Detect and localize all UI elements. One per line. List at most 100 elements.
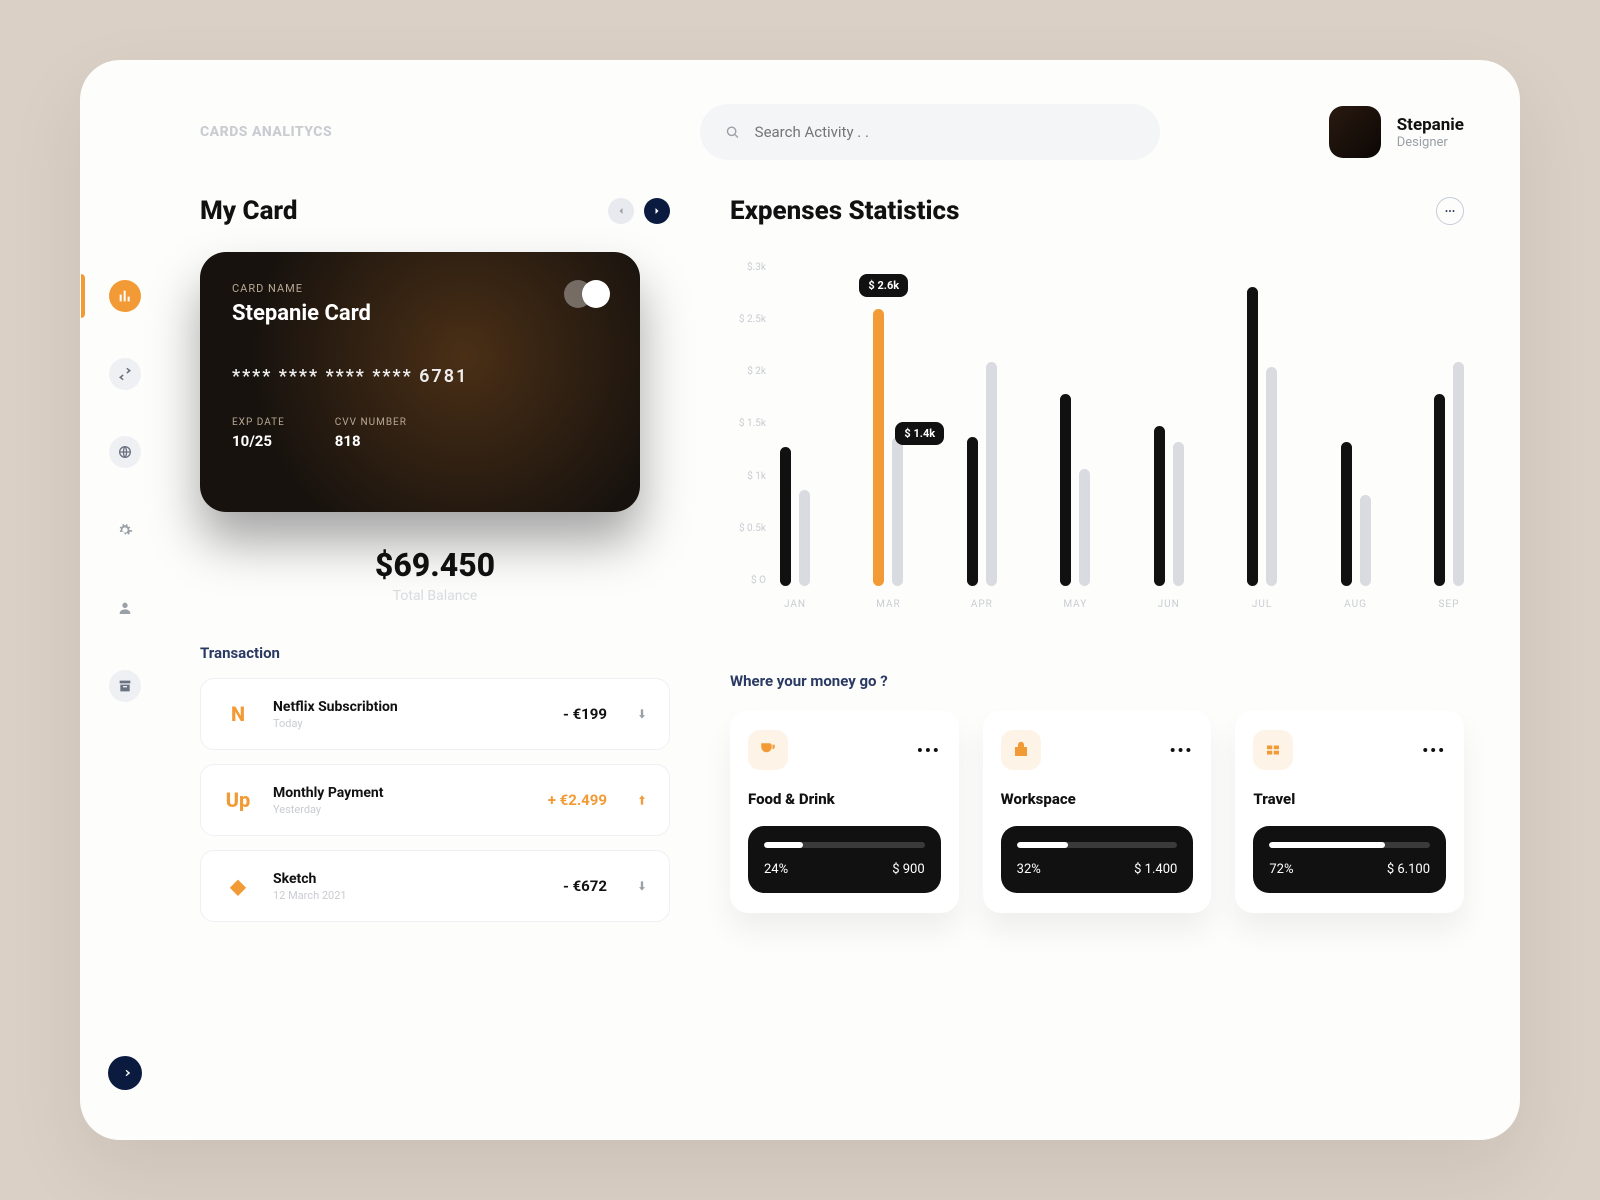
chart-group[interactable]: $ 2.6k $ 1.4k MAR (873, 266, 903, 586)
globe-icon (117, 444, 133, 460)
transaction-row[interactable]: N Netflix Subscribtion Today - €199 (200, 678, 670, 750)
brand-label: CARDS ANALITYCS (200, 124, 670, 140)
category-card[interactable]: ••• Travel 72% $ 6.100 (1235, 710, 1464, 913)
card-prev-button[interactable] (608, 198, 634, 224)
transaction-list: N Netflix Subscribtion Today - €199 Up M… (200, 678, 670, 936)
credit-card[interactable]: CARD NAME Stepanie Card **** **** **** *… (200, 252, 640, 512)
card-name: Stepanie Card (232, 301, 608, 326)
category-progress (764, 842, 925, 848)
category-cards: ••• Food & Drink 24% $ 900 ••• Workspace… (730, 710, 1464, 913)
card-next-button[interactable] (644, 198, 670, 224)
exp-value: 10/25 (232, 432, 285, 450)
category-progress (1017, 842, 1178, 848)
transaction-sub: Yesterday (273, 803, 383, 816)
chart-xtick: JAN (784, 599, 806, 610)
chart-ytick: $ O (751, 575, 766, 586)
transaction-title: Netflix Subscribtion (273, 699, 398, 715)
chart-bars: JAN $ 2.6k $ 1.4k MAR APR MAY (780, 252, 1464, 622)
chart-bar (1079, 469, 1090, 586)
chart-bar (1060, 394, 1071, 586)
category-name: Travel (1253, 790, 1446, 808)
sidebar-item-profile[interactable] (109, 592, 141, 624)
search-input[interactable] (755, 123, 1136, 141)
transaction-row[interactable]: ◆ Sketch 12 March 2021 - €672 (200, 850, 670, 922)
category-card[interactable]: ••• Food & Drink 24% $ 900 (730, 710, 959, 913)
cvv-label: CVV NUMBER (335, 417, 407, 428)
category-amount: $ 1.400 (1134, 862, 1177, 877)
chart-tooltip: $ 2.6k (859, 274, 908, 297)
sidebar-back-button[interactable] (108, 1056, 142, 1090)
exp-label: EXP DATE (232, 417, 285, 428)
chart-xtick: APR (971, 599, 993, 610)
chart-group[interactable]: AUG (1341, 266, 1371, 586)
sidebar-item-settings[interactable] (109, 514, 141, 546)
bars-icon (117, 288, 133, 304)
merchant-icon: N (221, 697, 255, 731)
chart-yaxis: $.3k$ 2.5k$ 2k$ 1.5k$ 1k$ 0.5k$ O (730, 252, 766, 622)
chart-ytick: $ 0.5k (739, 523, 766, 534)
category-card[interactable]: ••• Workspace 32% $ 1.400 (983, 710, 1212, 913)
chart-group[interactable]: JAN (780, 266, 810, 586)
chart-tooltip: $ 1.4k (895, 422, 944, 445)
chart-xtick: AUG (1344, 599, 1367, 610)
category-percent: 72% (1269, 862, 1293, 877)
category-progress (1269, 842, 1430, 848)
transaction-title: Sketch (273, 871, 347, 887)
chart-ytick: $ 1.5k (739, 418, 766, 429)
transaction-amount: + €2.499 (548, 791, 607, 809)
category-more-button[interactable]: ••• (1422, 741, 1446, 760)
chart-bar (799, 490, 810, 586)
chart-ytick: $ 2.5k (739, 314, 766, 325)
category-more-button[interactable]: ••• (1170, 741, 1194, 760)
sidebar-item-globe[interactable] (109, 436, 141, 468)
chart-group[interactable]: JUN (1154, 266, 1184, 586)
profile[interactable]: Stepanie Designer (1329, 106, 1464, 158)
category-icon (1001, 730, 1041, 770)
category-amount: $ 900 (892, 862, 924, 877)
category-percent: 24% (764, 862, 788, 877)
category-name: Food & Drink (748, 790, 941, 808)
cvv-value: 818 (335, 432, 407, 450)
chart-group[interactable]: JUL (1247, 266, 1277, 586)
search-field[interactable] (700, 104, 1160, 160)
sidebar-item-analytics[interactable] (109, 280, 141, 312)
chart-bar (1173, 442, 1184, 586)
category-panel: 72% $ 6.100 (1253, 826, 1446, 893)
merchant-icon: ◆ (221, 869, 255, 903)
transaction-sub: Today (273, 717, 398, 730)
chart-group[interactable]: SEP (1434, 266, 1464, 586)
expenses-heading: Expenses Statistics (730, 196, 959, 226)
category-more-button[interactable]: ••• (917, 741, 941, 760)
where-heading: Where your money go ? (730, 672, 1464, 690)
arrow-up-icon (635, 793, 649, 807)
expenses-more-button[interactable] (1436, 197, 1464, 225)
topbar: CARDS ANALITYCS Stepanie Designer (200, 104, 1464, 160)
search-icon (724, 123, 741, 141)
transaction-amount: - €672 (563, 877, 607, 895)
balance-amount: $69.450 (200, 546, 670, 584)
chart-bar (1434, 394, 1445, 586)
chart-group[interactable]: MAY (1060, 266, 1090, 586)
chart-bar (1341, 442, 1352, 586)
mycard-heading: My Card (200, 196, 298, 226)
chart-ytick: $ 1k (747, 471, 766, 482)
card-network-icon (564, 280, 610, 308)
category-icon (748, 730, 788, 770)
sidebar (80, 60, 170, 1140)
avatar (1329, 106, 1381, 158)
category-percent: 32% (1017, 862, 1041, 877)
card-name-label: CARD NAME (232, 282, 608, 295)
arrow-right-icon (118, 1066, 132, 1080)
expenses-chart: $.3k$ 2.5k$ 2k$ 1.5k$ 1k$ 0.5k$ O JAN $ … (730, 252, 1464, 622)
sidebar-item-archive[interactable] (109, 670, 141, 702)
sidebar-item-transfer[interactable] (109, 358, 141, 390)
transaction-row[interactable]: Up Monthly Payment Yesterday + €2.499 (200, 764, 670, 836)
chart-bar (1453, 362, 1464, 586)
app-frame: CARDS ANALITYCS Stepanie Designer My Car… (80, 60, 1520, 1140)
profile-name: Stepanie (1397, 115, 1464, 135)
chart-group[interactable]: APR (967, 266, 997, 586)
chart-bar (780, 447, 791, 586)
profile-role: Designer (1397, 135, 1464, 150)
card-number: **** **** **** **** 6781 (232, 366, 608, 387)
chart-bar (1154, 426, 1165, 586)
